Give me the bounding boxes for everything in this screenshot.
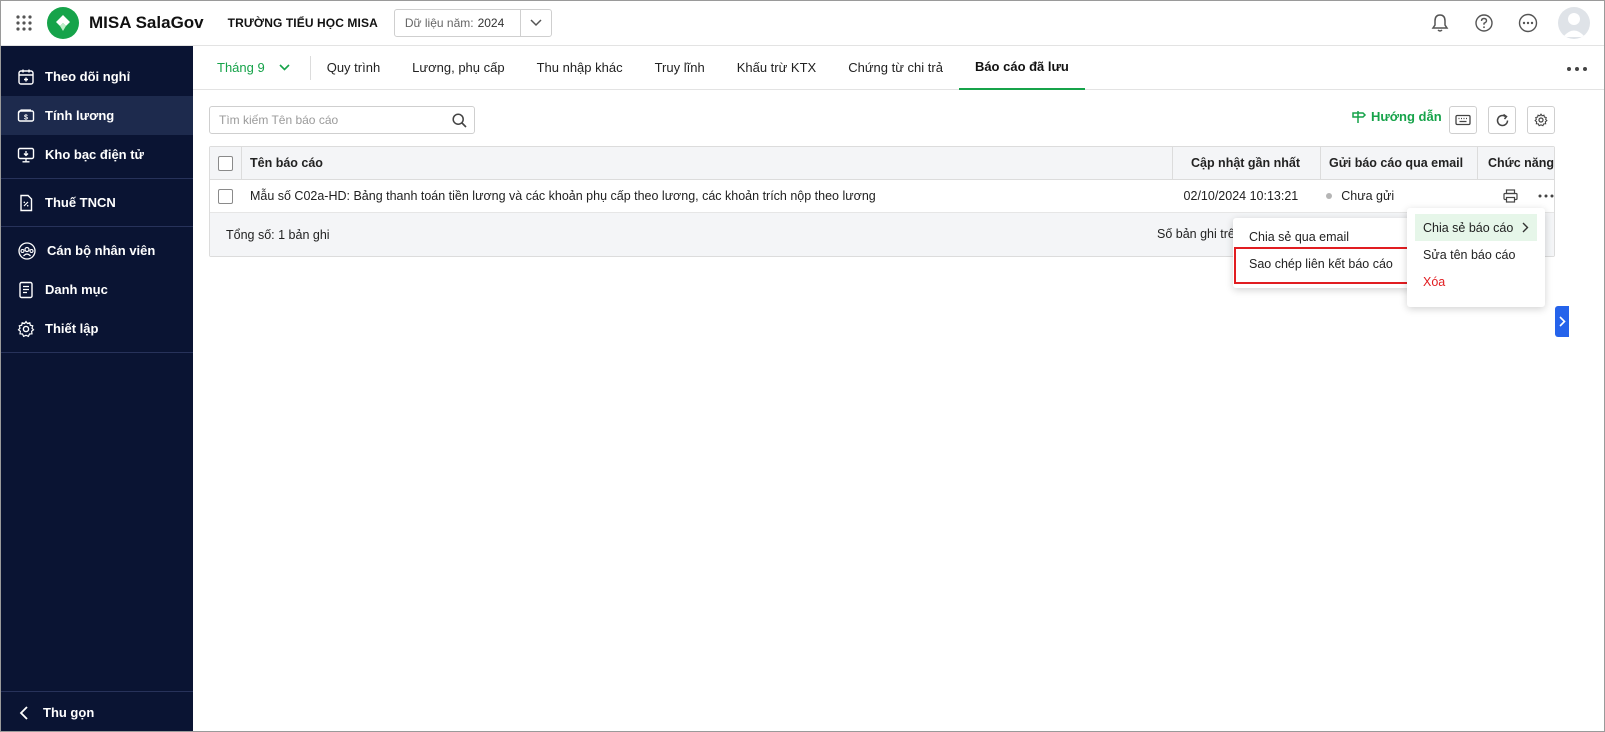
share-report-label: Chia sẻ báo cáo [1423, 220, 1514, 235]
chevron-down-icon [279, 64, 290, 71]
gear-icon [1534, 113, 1548, 127]
guide-link[interactable]: Hướng dẫn [1351, 109, 1442, 124]
people-icon [18, 241, 36, 260]
chevron-left-icon [19, 705, 28, 720]
sidebar-item-kho-bac-dien-tu[interactable]: Kho bạc điện tử [1, 135, 193, 174]
year-value: 2024 [477, 16, 505, 30]
tab-khau-tru-ktx[interactable]: Khấu trừ KTX [721, 46, 833, 90]
list-doc-icon [19, 281, 33, 298]
delete-report-item[interactable]: Xóa [1407, 268, 1545, 295]
records-per-page-label: Số bản ghi trê [1157, 227, 1235, 241]
sidebar-divider [1, 178, 193, 179]
sidebar-item-label: Thiết lập [45, 321, 99, 336]
help-icon[interactable] [1462, 3, 1506, 43]
header-updated[interactable]: Cập nhật gần nhất [1172, 147, 1320, 179]
month-select[interactable]: Tháng 9 [193, 55, 311, 80]
sidebar-divider [1, 226, 193, 227]
app-name: MISA SalaGov [89, 13, 204, 32]
table-header: Tên báo cáo Cập nhật gần nhất Gửi báo cá… [210, 147, 1554, 180]
refresh-button[interactable] [1488, 106, 1516, 134]
sidebar-divider [1, 352, 193, 353]
row-checkbox[interactable] [218, 188, 234, 204]
sidebar-item-thue-tncn[interactable]: Thuế TNCN [1, 183, 193, 222]
chevron-right-icon [1558, 316, 1566, 327]
tax-document-icon [20, 194, 33, 211]
chevron-right-icon [1522, 222, 1529, 233]
tab-chung-tu-chi-tra[interactable]: Chứng từ chi trả [832, 46, 959, 90]
sidebar-item-danh-muc[interactable]: Danh mục [1, 270, 193, 309]
search-input[interactable] [210, 107, 444, 133]
sidebar-item-tinh-luong[interactable]: $ Tính lương [1, 96, 193, 135]
more-tabs-icon[interactable] [1566, 60, 1604, 75]
tab-bao-cao-da-luu[interactable]: Báo cáo đã lưu [958, 46, 1085, 90]
sidebar-item-theo-doi-nghi[interactable]: Theo dõi nghỉ [1, 57, 193, 96]
app-window: MISA SalaGov TRƯỜNG TIỂU HỌC MISA Dữ liệ… [0, 0, 1605, 732]
guide-label: Hướng dẫn [1371, 109, 1442, 124]
app-logo-icon [47, 7, 79, 39]
rename-report-item[interactable]: Sửa tên báo cáo [1407, 241, 1545, 268]
keyboard-shortcut-button[interactable] [1449, 106, 1477, 134]
collapse-label: Thu gọn [43, 705, 95, 720]
sidebar: Theo dõi nghỉ $ Tính lương Kho bạc điện … [1, 46, 193, 731]
table-row[interactable]: Mẫu số C02a-HD: Bảng thanh toán tiền lươ… [210, 180, 1554, 213]
search-box [209, 106, 475, 134]
money-icon: $ [17, 108, 35, 122]
sidebar-item-can-bo-nhan-vien[interactable]: Cán bộ nhân viên [1, 231, 193, 270]
gear-icon [17, 319, 35, 337]
refresh-icon [1496, 113, 1508, 126]
top-bar: MISA SalaGov TRƯỜNG TIỂU HỌC MISA Dữ liệ… [1, 1, 1604, 46]
sidebar-item-label: Theo dõi nghỉ [45, 69, 131, 84]
tab-luong-phu-cap[interactable]: Lương, phụ cấp [396, 46, 520, 90]
header-email[interactable]: Gửi báo cáo qua email [1320, 147, 1477, 179]
share-via-email-item[interactable]: Chia sẻ qua email [1233, 223, 1414, 250]
sidebar-item-label: Cán bộ nhân viên [47, 243, 156, 258]
status-dot-icon [1326, 193, 1333, 199]
status-text: Chưa gửi [1341, 189, 1395, 203]
settings-button[interactable] [1527, 106, 1555, 134]
tab-bar: Tháng 9 Quy trình Lương, phụ cấp Thu nhậ… [193, 46, 1604, 90]
sidebar-item-label: Tính lương [45, 108, 115, 123]
month-label: Tháng 9 [217, 60, 265, 75]
calendar-icon [18, 69, 34, 85]
total-records: Tổng số: 1 bản ghi [226, 227, 330, 242]
sidebar-item-label: Kho bạc điện tử [45, 147, 144, 162]
user-avatar[interactable] [1558, 7, 1590, 39]
bell-icon[interactable] [1418, 3, 1462, 43]
header-name[interactable]: Tên báo cáo [242, 147, 1172, 179]
keyboard-icon [1455, 114, 1471, 126]
header-function: Chức năng [1477, 147, 1554, 179]
apps-grid-icon[interactable] [1, 1, 47, 46]
sidebar-item-label: Thuế TNCN [45, 195, 116, 210]
monitor-icon [17, 147, 35, 162]
report-name[interactable]: Mẫu số C02a-HD: Bảng thanh toán tiền lươ… [242, 180, 1171, 212]
more-options-icon[interactable] [1506, 3, 1550, 43]
sidebar-item-label: Danh mục [45, 282, 108, 297]
year-select[interactable]: Dữ liệu năm: 2024 [393, 9, 552, 37]
select-all-checkbox[interactable] [218, 155, 233, 171]
svg-text:$: $ [24, 114, 28, 121]
tab-quy-trinh[interactable]: Quy trình [311, 46, 396, 90]
signpost-icon [1352, 110, 1367, 123]
collapse-sidebar-button[interactable]: Thu gọn [1, 691, 193, 731]
tab-thu-nhap-khac[interactable]: Thu nhập khác [521, 46, 639, 90]
print-icon[interactable] [1503, 189, 1518, 203]
sidebar-item-thiet-lap[interactable]: Thiết lập [1, 309, 193, 348]
organization-name: TRƯỜNG TIỂU HỌC MISA [227, 16, 378, 30]
tab-truy-linh[interactable]: Truy lĩnh [639, 46, 721, 90]
share-report-item[interactable]: Chia sẻ báo cáo [1415, 214, 1537, 241]
expand-panel-tab[interactable] [1555, 306, 1569, 337]
highlight-box [1234, 247, 1412, 284]
row-context-menu: Chia sẻ báo cáo Sửa tên báo cáo Xóa [1407, 208, 1545, 307]
report-updated: 02/10/2024 10:13:21 [1183, 189, 1299, 203]
year-label: Dữ liệu năm: [404, 16, 474, 30]
chevron-down-icon[interactable] [521, 10, 551, 36]
row-more-icon[interactable] [1538, 194, 1554, 198]
search-icon[interactable] [444, 112, 474, 128]
